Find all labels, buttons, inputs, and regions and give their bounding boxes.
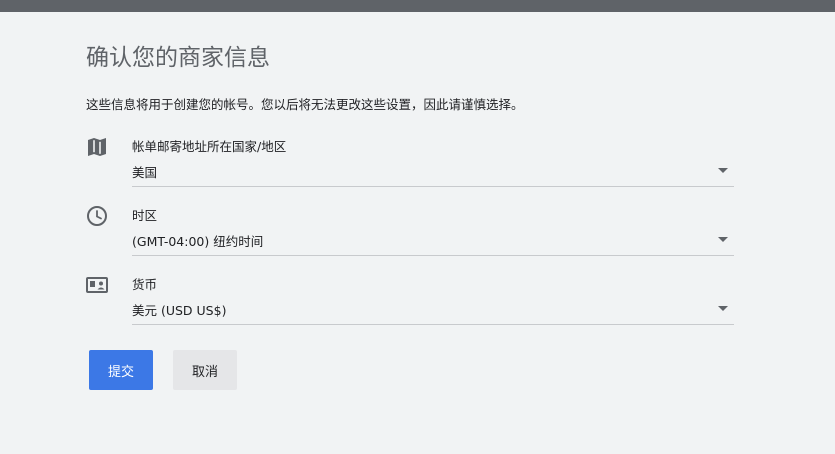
map-icon: [86, 136, 108, 158]
timezone-value: (GMT-04:00) 纽约时间: [132, 234, 264, 249]
currency-icon: [86, 274, 108, 296]
currency-field: 货币 美元 (USD US$): [86, 274, 736, 326]
timezone-field: 时区 (GMT-04:00) 纽约时间: [86, 205, 736, 257]
cancel-button[interactable]: 取消: [173, 350, 237, 390]
dropdown-arrow-icon: [718, 168, 728, 173]
dropdown-arrow-icon: [718, 237, 728, 242]
currency-label: 货币: [132, 277, 158, 292]
currency-value: 美元 (USD US$): [132, 303, 227, 318]
page-title: 确认您的商家信息: [86, 45, 270, 71]
currency-select[interactable]: 美元 (USD US$): [132, 298, 734, 325]
country-field: 帐单邮寄地址所在国家/地区 美国: [86, 136, 736, 188]
dropdown-arrow-icon: [718, 306, 728, 311]
page-description: 这些信息将用于创建您的帐号。您以后将无法更改这些设置，因此请谨慎选择。: [86, 97, 524, 112]
country-value: 美国: [132, 165, 158, 180]
timezone-label: 时区: [132, 208, 158, 223]
clock-icon: [86, 205, 108, 227]
timezone-select[interactable]: (GMT-04:00) 纽约时间: [132, 229, 734, 256]
top-bar: [0, 0, 835, 12]
country-select[interactable]: 美国: [132, 160, 734, 187]
submit-button[interactable]: 提交: [89, 350, 153, 390]
country-label: 帐单邮寄地址所在国家/地区: [132, 139, 287, 154]
